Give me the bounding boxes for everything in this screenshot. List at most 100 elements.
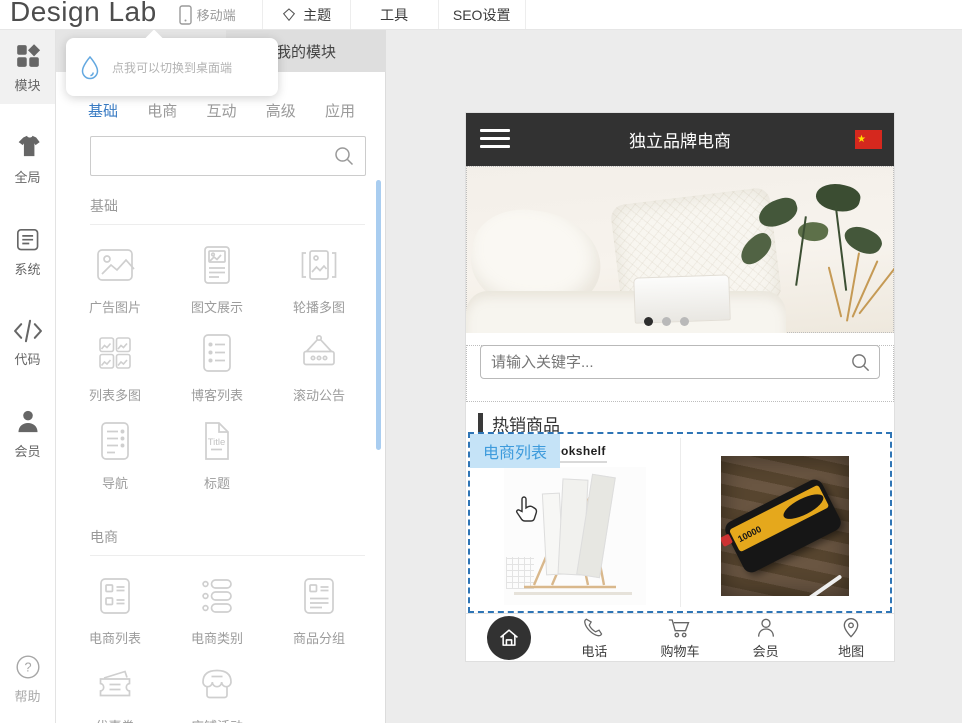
module-grid-ecommerce: 电商列表 电商类别 商品分组 优惠券 bbox=[56, 556, 385, 723]
modules-icon bbox=[14, 42, 42, 70]
ecom-list-icon bbox=[91, 572, 139, 620]
sidebar-item-modules[interactable]: 模块 bbox=[0, 30, 55, 104]
hero-dried-grass bbox=[828, 267, 843, 318]
module-grid-basic: 广告图片 图文展示 轮播多图 列表多图 bbox=[56, 225, 385, 507]
cart-icon bbox=[666, 616, 693, 640]
panel-scrollbar[interactable] bbox=[376, 180, 381, 450]
title-icon: Title bbox=[193, 417, 241, 465]
module-item-label: 博客列表 bbox=[191, 385, 243, 404]
tab-ecommerce[interactable]: 电商 bbox=[147, 100, 177, 121]
product-photo bbox=[504, 467, 646, 605]
tab-advanced[interactable]: 高级 bbox=[266, 100, 296, 121]
module-item[interactable]: 博客列表 bbox=[166, 329, 268, 417]
hand-cursor-icon bbox=[514, 496, 538, 524]
device-switch-label: 移动端 bbox=[197, 5, 236, 24]
product-image-powerbank: 10000 bbox=[721, 456, 849, 596]
sidebar-item-label: 系统 bbox=[14, 259, 40, 278]
selected-ecom-list-component[interactable]: 电商列表 Bookshelf bbox=[468, 432, 892, 613]
nav-item-member[interactable]: 会员 bbox=[723, 614, 809, 661]
product-image-bookshelf: Bookshelf bbox=[504, 444, 646, 611]
modules-panel: 我的模块 点我可以切换到桌面端 基础 电商 互动 高级 应用 基础 bbox=[56, 30, 386, 723]
site-search bbox=[480, 345, 880, 379]
navigation-icon bbox=[91, 417, 139, 465]
system-icon bbox=[14, 226, 42, 254]
nav-item-phone[interactable]: 电话 bbox=[552, 614, 638, 661]
carousel-dot[interactable] bbox=[644, 317, 653, 326]
panel-body: 基础 电商 互动 高级 应用 基础 广告图片 bbox=[56, 72, 385, 723]
global-tshirt-icon bbox=[14, 134, 42, 162]
product-label: 10000 bbox=[736, 523, 763, 543]
module-item-label: 电商列表 bbox=[89, 628, 141, 647]
multi-image-icon bbox=[91, 329, 139, 377]
module-item[interactable]: 广告图片 bbox=[64, 241, 166, 329]
module-item[interactable]: 电商类别 bbox=[166, 572, 268, 660]
text-image-icon bbox=[193, 241, 241, 289]
module-item[interactable]: 轮播多图 bbox=[268, 241, 370, 329]
tab-basic[interactable]: 基础 bbox=[88, 100, 118, 121]
device-switch-button[interactable]: 移动端 bbox=[179, 0, 236, 29]
module-item[interactable]: 电商列表 bbox=[64, 572, 166, 660]
sidebar-item-system[interactable]: 系统 bbox=[0, 214, 55, 288]
person-icon bbox=[754, 616, 778, 640]
sidebar-item-help[interactable]: ? 帮助 bbox=[0, 641, 55, 715]
editor-canvas: 独立品牌电商 ★ bbox=[387, 30, 962, 723]
nav-item-label: 会员 bbox=[753, 641, 779, 660]
help-icon: ? bbox=[14, 653, 42, 681]
tab-my-modules-label: 我的模块 bbox=[276, 41, 336, 62]
module-item-label: 标题 bbox=[204, 473, 230, 492]
section-title-ecommerce: 电商 bbox=[90, 527, 365, 547]
code-icon bbox=[13, 318, 43, 344]
menu-seo[interactable]: SEO设置 bbox=[438, 0, 526, 29]
carousel-dot[interactable] bbox=[680, 317, 689, 326]
notice-icon bbox=[295, 329, 343, 377]
menu-tools[interactable]: 工具 bbox=[350, 0, 438, 29]
nav-item-cart[interactable]: 购物车 bbox=[637, 614, 723, 661]
app-logo: Design Lab bbox=[10, 0, 157, 29]
module-item[interactable]: 店铺活动 bbox=[166, 660, 268, 723]
category-tabs: 基础 电商 互动 高级 应用 bbox=[56, 100, 385, 121]
menu-theme[interactable]: 主题 bbox=[262, 0, 350, 29]
nav-item-home[interactable] bbox=[466, 614, 552, 661]
language-flag-icon[interactable]: ★ bbox=[855, 130, 882, 149]
product-card[interactable]: 10000 bbox=[680, 434, 890, 611]
sidebar-item-global[interactable]: 全局 bbox=[0, 122, 55, 196]
search-icon bbox=[333, 145, 355, 167]
module-item[interactable]: 商品分组 bbox=[268, 572, 370, 660]
tab-interaction[interactable]: 互动 bbox=[206, 100, 236, 121]
hero-carousel[interactable] bbox=[466, 166, 894, 333]
module-item[interactable]: 列表多图 bbox=[64, 329, 166, 417]
hero-plant-leaf bbox=[813, 179, 862, 216]
module-item-label: 电商类别 bbox=[191, 628, 243, 647]
sidebar-item-member[interactable]: 会员 bbox=[0, 396, 55, 470]
module-item-label: 轮播多图 bbox=[293, 297, 345, 316]
tab-apps[interactable]: 应用 bbox=[325, 100, 355, 121]
module-search-input[interactable] bbox=[90, 136, 366, 176]
ecom-category-icon bbox=[193, 572, 241, 620]
carousel-dot[interactable] bbox=[662, 317, 671, 326]
module-item[interactable]: Title 标题 bbox=[166, 417, 268, 505]
hero-plant-stem bbox=[835, 206, 847, 291]
section-accent-bar bbox=[478, 413, 483, 433]
module-item-label: 图文展示 bbox=[191, 297, 243, 316]
topbar: Design Lab 移动端 主题 工具 SEO设置 bbox=[0, 0, 962, 30]
sidebar-item-code[interactable]: 代码 bbox=[0, 306, 55, 378]
hero-image-shape bbox=[466, 291, 786, 333]
nav-item-map[interactable]: 地图 bbox=[808, 614, 894, 661]
search-icon[interactable] bbox=[850, 352, 871, 373]
site-search-input[interactable] bbox=[480, 345, 880, 379]
module-item-label: 导航 bbox=[102, 473, 128, 492]
water-drop-icon bbox=[78, 54, 102, 80]
nav-item-label: 购物车 bbox=[660, 641, 699, 660]
sidebar-item-label: 帮助 bbox=[14, 686, 40, 705]
module-item[interactable]: 导航 bbox=[64, 417, 166, 505]
module-item[interactable]: 图文展示 bbox=[166, 241, 268, 329]
module-item[interactable]: 滚动公告 bbox=[268, 329, 370, 417]
sidebar-item-label: 会员 bbox=[14, 441, 40, 460]
module-item[interactable]: 优惠券 bbox=[64, 660, 166, 723]
sidebar-item-label: 代码 bbox=[14, 349, 40, 368]
left-sidebar: 模块 全局 系统 代码 会员 ? 帮助 bbox=[0, 30, 56, 723]
hamburger-menu-icon[interactable] bbox=[480, 129, 510, 153]
site-title: 独立品牌电商 bbox=[466, 127, 894, 152]
top-menu: 主题 工具 SEO设置 bbox=[262, 0, 526, 29]
nav-item-label: 地图 bbox=[838, 641, 864, 660]
